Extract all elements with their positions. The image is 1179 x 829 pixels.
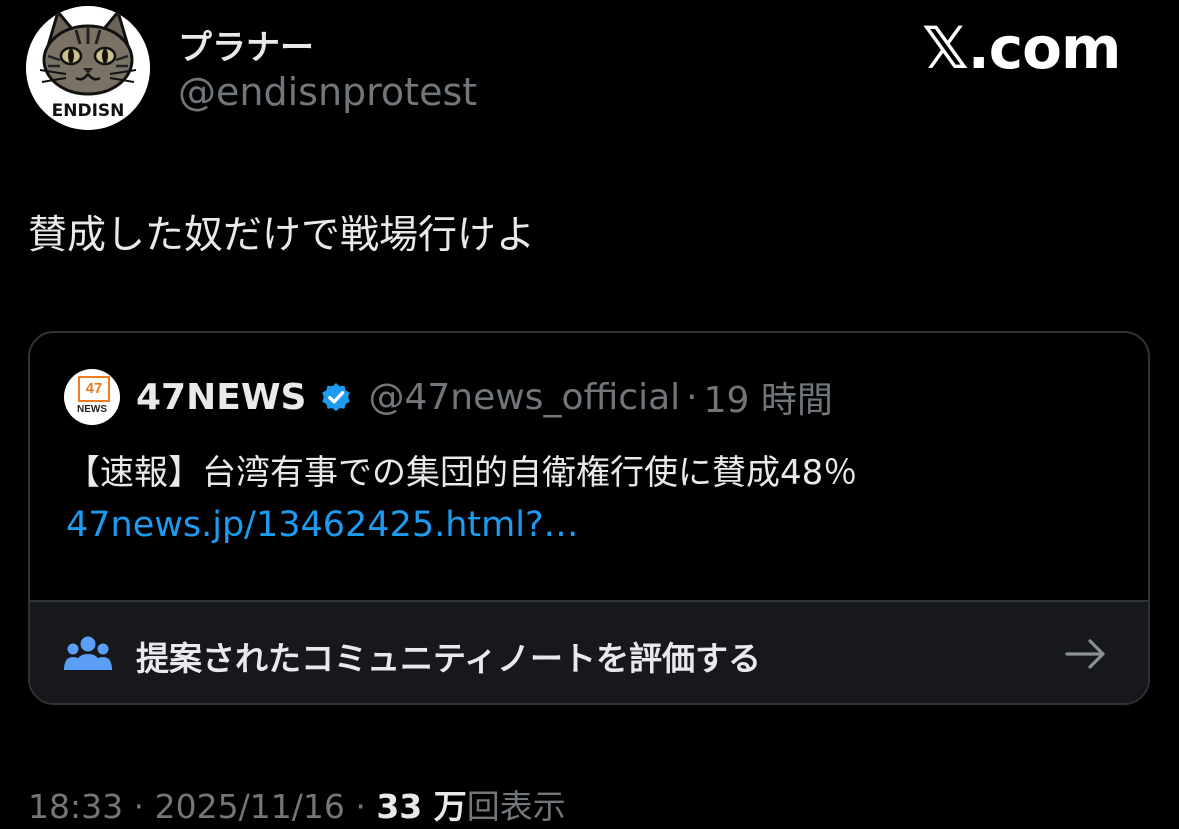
views-label: 回表示 — [466, 787, 566, 826]
quoted-timestamp[interactable]: 19 時間 — [704, 371, 833, 423]
display-name[interactable]: プラナー — [178, 20, 314, 69]
quoted-tweet-header: 47 NEWS 47NEWS @47news_official · 19 時間 — [64, 369, 833, 425]
people-icon — [64, 636, 112, 670]
quoted-avatar-sub: NEWS — [77, 404, 107, 415]
meta-separator: · — [355, 787, 366, 826]
quoted-display-name[interactable]: 47NEWS — [136, 377, 306, 418]
tweet-time[interactable]: 18:33 — [28, 787, 123, 826]
tweet-text: 賛成した奴だけで戦場行けよ — [28, 213, 536, 258]
quoted-handle[interactable]: @47news_official — [368, 377, 680, 418]
rate-community-note-button[interactable]: 提案されたコミュニティノートを評価する — [30, 600, 1148, 703]
avatar-text: ENDISN — [52, 101, 125, 121]
verified-badge-icon — [322, 383, 351, 412]
quoted-avatar[interactable]: 47 NEWS — [64, 369, 120, 425]
quoted-tweet-text: 【速報】台湾有事での集団的自衛権行使に賛成48％ — [66, 453, 858, 493]
arrow-right-icon[interactable] — [1064, 636, 1108, 672]
quoted-tweet-card[interactable]: 47 NEWS 47NEWS @47news_official · 19 時間 … — [28, 331, 1150, 705]
community-note-label: 提案されたコミュニティノートを評価する — [136, 639, 762, 678]
tweet-meta: 18:33 · 2025/11/16 · 33 万回表示 — [28, 780, 566, 828]
x-com-logo: 𝕏.com — [922, 14, 1121, 82]
views-count: 33 万 — [376, 787, 467, 826]
tweet-date[interactable]: 2025/11/16 — [155, 787, 345, 826]
meta-separator: · — [133, 787, 145, 826]
quoted-separator: · — [686, 376, 698, 418]
quoted-tweet-link[interactable]: 47news.jp/13462425.html?… — [66, 505, 579, 545]
user-handle[interactable]: @endisnprotest — [178, 70, 477, 114]
avatar[interactable]: ENDISN — [26, 6, 150, 130]
quoted-avatar-logo: 47 — [78, 376, 110, 402]
cat-avatar-image: ENDISN — [26, 6, 150, 130]
